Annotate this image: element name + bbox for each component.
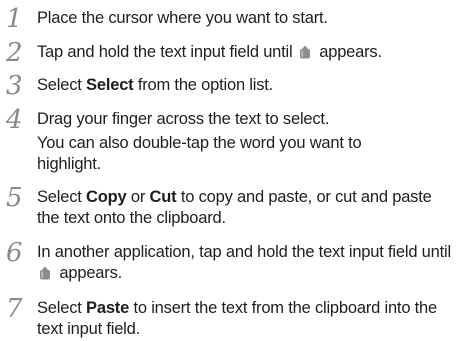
step-text: Select Paste to insert the text from the… bbox=[37, 298, 453, 340]
step-number: 2 bbox=[6, 38, 23, 68]
text-cursor-marker-icon bbox=[298, 45, 312, 59]
step-text-before: In another application, tap and hold the… bbox=[37, 243, 451, 261]
step-number: 1 bbox=[6, 4, 23, 34]
step-text-line2: You can also double-tap the word you wan… bbox=[37, 134, 362, 173]
ui-term: Copy bbox=[86, 188, 127, 206]
step-number: 5 bbox=[6, 183, 23, 213]
step-number: 7 bbox=[6, 294, 23, 324]
step-text: Drag your finger across the text to sele… bbox=[37, 109, 453, 175]
step-number: 4 bbox=[6, 105, 23, 135]
step-text: Tap and hold the text input field until … bbox=[37, 42, 453, 63]
step-text-before: Select bbox=[37, 76, 87, 94]
step-text-after: appears. bbox=[319, 43, 382, 61]
text-cursor-marker-icon bbox=[38, 266, 52, 280]
step-text-after: from the option list. bbox=[133, 76, 274, 94]
step-text-after: appears. bbox=[59, 264, 123, 282]
ui-term: Select bbox=[86, 76, 134, 94]
step-number: 6 bbox=[6, 238, 23, 268]
step-text: Select Select from the option list. bbox=[37, 75, 453, 96]
step-number: 3 bbox=[6, 71, 23, 101]
step-text-before: Select bbox=[37, 299, 87, 317]
ui-term: Paste bbox=[86, 299, 130, 317]
step-text-before: Select bbox=[37, 188, 87, 206]
step-text-before: Tap and hold the text input field until bbox=[37, 43, 293, 61]
ui-term: Cut bbox=[149, 188, 177, 206]
step-text-content: Place the cursor where you want to start… bbox=[37, 9, 328, 27]
step-text-middle: or bbox=[126, 188, 150, 206]
step-text: Select Copy or Cut to copy and paste, or… bbox=[37, 187, 453, 229]
step-text-line1: Drag your finger across the text to sele… bbox=[37, 110, 330, 128]
step-text: Place the cursor where you want to start… bbox=[37, 8, 453, 29]
step-text: In another application, tap and hold the… bbox=[37, 242, 453, 284]
